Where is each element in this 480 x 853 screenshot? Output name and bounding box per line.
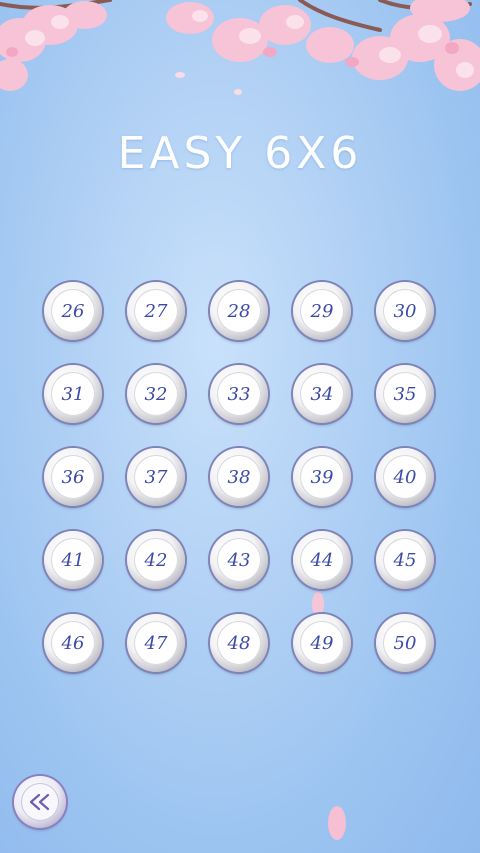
level-number: 28 (217, 289, 261, 333)
level-number: 50 (383, 621, 427, 665)
level-button[interactable]: 49 (293, 614, 351, 672)
level-number: 40 (383, 455, 427, 499)
level-button[interactable]: 27 (127, 282, 185, 340)
double-chevron-left-icon (29, 793, 50, 811)
level-button[interactable]: 45 (376, 531, 434, 589)
level-number: 45 (383, 538, 427, 582)
level-number: 44 (300, 538, 344, 582)
level-number: 38 (217, 455, 261, 499)
falling-petal (328, 806, 346, 840)
level-button[interactable]: 50 (376, 614, 434, 672)
level-number: 26 (51, 289, 95, 333)
level-button[interactable]: 47 (127, 614, 185, 672)
level-button[interactable]: 48 (210, 614, 268, 672)
level-button[interactable]: 46 (44, 614, 102, 672)
level-number: 47 (134, 621, 178, 665)
level-button[interactable]: 29 (293, 282, 351, 340)
level-button[interactable]: 32 (127, 365, 185, 423)
level-number: 33 (217, 372, 261, 416)
level-number: 35 (383, 372, 427, 416)
level-number: 43 (217, 538, 261, 582)
level-button[interactable]: 44 (293, 531, 351, 589)
level-number: 27 (134, 289, 178, 333)
level-button[interactable]: 36 (44, 448, 102, 506)
level-button[interactable]: 31 (44, 365, 102, 423)
level-button[interactable]: 43 (210, 531, 268, 589)
level-number: 39 (300, 455, 344, 499)
level-button[interactable]: 41 (44, 531, 102, 589)
level-number: 36 (51, 455, 95, 499)
back-button[interactable] (14, 776, 66, 828)
level-number: 30 (383, 289, 427, 333)
level-number: 41 (51, 538, 95, 582)
level-button[interactable]: 33 (210, 365, 268, 423)
back-button-face (21, 783, 59, 821)
level-button[interactable]: 37 (127, 448, 185, 506)
level-button[interactable]: 38 (210, 448, 268, 506)
level-number: 31 (51, 372, 95, 416)
level-number: 49 (300, 621, 344, 665)
level-number: 48 (217, 621, 261, 665)
level-button[interactable]: 30 (376, 282, 434, 340)
level-number: 42 (134, 538, 178, 582)
page-title: EASY 6X6 (117, 128, 363, 179)
level-button[interactable]: 28 (210, 282, 268, 340)
level-button[interactable]: 40 (376, 448, 434, 506)
level-number: 34 (300, 372, 344, 416)
level-button[interactable]: 39 (293, 448, 351, 506)
level-button[interactable]: 42 (127, 531, 185, 589)
level-number: 46 (51, 621, 95, 665)
level-button[interactable]: 26 (44, 282, 102, 340)
level-grid: 26 27 28 29 30 31 32 33 34 35 36 37 38 3… (44, 282, 436, 672)
level-button[interactable]: 34 (293, 365, 351, 423)
level-number: 32 (134, 372, 178, 416)
level-number: 29 (300, 289, 344, 333)
level-number: 37 (134, 455, 178, 499)
level-button[interactable]: 35 (376, 365, 434, 423)
cherry-blossom-branch (0, 0, 480, 95)
